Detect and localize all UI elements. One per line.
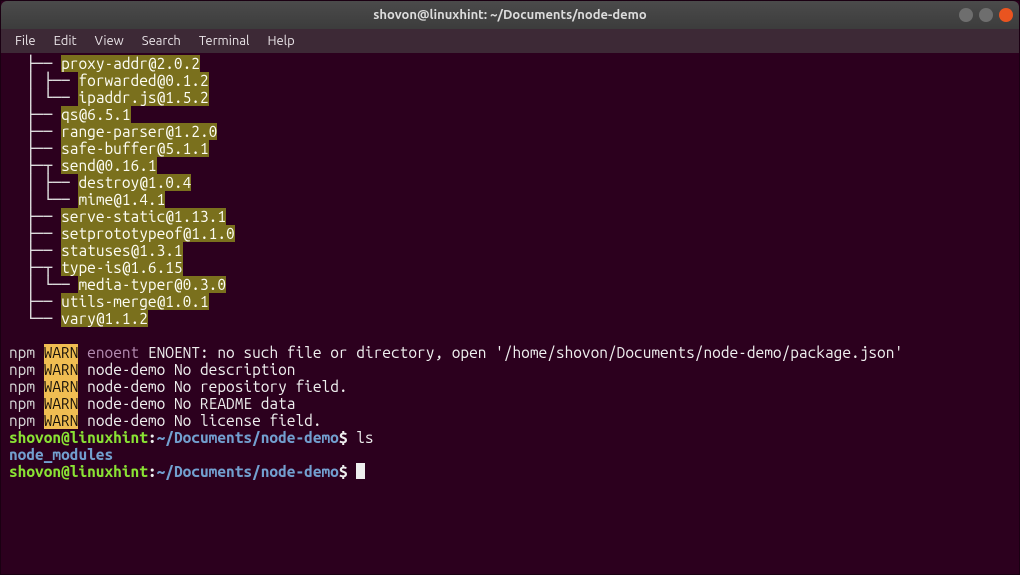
menu-file[interactable]: File [7,32,44,50]
tree-line: │ ├── forwarded@0.1.2 [9,72,1011,89]
npm-warn-line: npm WARN node-demo No repository field. [9,378,1011,395]
tree-line: ├── setprototypeof@1.1.0 [9,225,1011,242]
tree-line: ├── safe-buffer@5.1.1 [9,140,1011,157]
package-name: send@0.16.1 [61,157,156,174]
tree-line: │ └── ipaddr.js@1.5.2 [9,89,1011,106]
maximize-button[interactable] [979,8,993,22]
package-name: forwarded@0.1.2 [78,72,208,89]
directory-name: node_modules [9,446,113,463]
prompt-path: ~/Documents/node-demo [157,429,339,446]
terminal-body[interactable]: ├── proxy-addr@2.0.2 │ ├── forwarded@0.1… [1,53,1019,488]
window-controls [959,8,1013,22]
warn-badge: WARN [44,378,79,395]
tree-line: │ └── media-typer@0.3.0 [9,276,1011,293]
menubar: File Edit View Search Terminal Help [1,29,1019,53]
prompt-path: ~/Documents/node-demo [157,463,339,480]
package-name: range-parser@1.2.0 [61,123,217,140]
npm-warn-line: npm WARN enoent ENOENT: no such file or … [9,344,1011,361]
tree-line: │ └── mime@1.4.1 [9,191,1011,208]
package-name: qs@6.5.1 [61,106,130,123]
minimize-button[interactable] [959,8,973,22]
menu-search[interactable]: Search [134,32,189,50]
terminal-window: shovon@linuxhint: ~/Documents/node-demo … [0,0,1020,575]
package-name: mime@1.4.1 [78,191,165,208]
package-name: ipaddr.js@1.5.2 [78,89,208,106]
prompt-line: shovon@linuxhint:~/Documents/node-demo$ … [9,429,1011,446]
tree-line: ├── statuses@1.3.1 [9,242,1011,259]
package-name: vary@1.1.2 [61,310,148,327]
prompt-line: shovon@linuxhint:~/Documents/node-demo$ [9,463,1011,480]
tree-line: ├── qs@6.5.1 [9,106,1011,123]
package-name: statuses@1.3.1 [61,242,183,259]
package-name: media-typer@0.3.0 [78,276,226,293]
blank-line [9,327,1011,344]
tree-line: ├── utils-merge@1.0.1 [9,293,1011,310]
npm-warn-line: npm WARN node-demo No README data [9,395,1011,412]
tree-line: ├── proxy-addr@2.0.2 [9,55,1011,72]
tree-line: ├─┬ type-is@1.6.15 [9,259,1011,276]
npm-warn-line: npm WARN node-demo No license field. [9,412,1011,429]
menu-view[interactable]: View [87,32,132,50]
tree-line: └── vary@1.1.2 [9,310,1011,327]
warn-badge: WARN [44,395,79,412]
package-name: setprototypeof@1.1.0 [61,225,235,242]
prompt-user: shovon@linuxhint [9,429,148,446]
close-button[interactable] [999,8,1013,22]
warn-badge: WARN [44,361,79,378]
tree-line: │ ├── destroy@1.0.4 [9,174,1011,191]
package-name: safe-buffer@5.1.1 [61,140,209,157]
warn-badge: WARN [44,412,79,429]
ls-output: node_modules [9,446,1011,463]
package-name: utils-merge@1.0.1 [61,293,209,310]
package-name: serve-static@1.13.1 [61,208,226,225]
menu-help[interactable]: Help [259,32,302,50]
menu-edit[interactable]: Edit [46,32,85,50]
titlebar[interactable]: shovon@linuxhint: ~/Documents/node-demo [1,1,1019,29]
npm-warn-line: npm WARN node-demo No description [9,361,1011,378]
command-text: ls [348,429,374,446]
menu-terminal[interactable]: Terminal [191,32,258,50]
prompt-user: shovon@linuxhint [9,463,148,480]
cursor [356,463,365,479]
window-title: shovon@linuxhint: ~/Documents/node-demo [373,8,646,22]
package-name: type-is@1.6.15 [61,259,183,276]
package-name: destroy@1.0.4 [78,174,191,191]
package-name: proxy-addr@2.0.2 [61,55,200,72]
tree-line: ├─┬ send@0.16.1 [9,157,1011,174]
warn-badge: WARN [44,344,79,361]
tree-line: ├── serve-static@1.13.1 [9,208,1011,225]
tree-line: ├── range-parser@1.2.0 [9,123,1011,140]
